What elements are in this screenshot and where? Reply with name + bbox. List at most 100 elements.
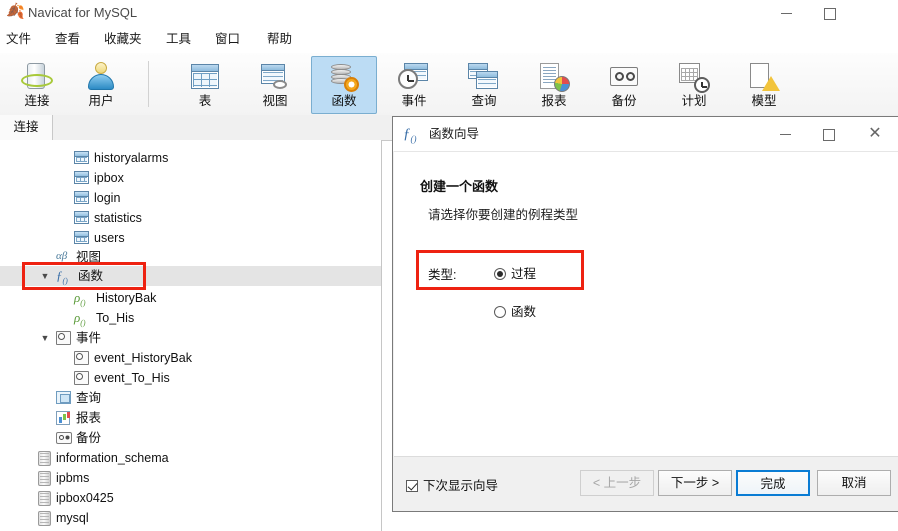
tree-item-users[interactable]: users bbox=[0, 228, 381, 248]
dialog-body: 创建一个函数 请选择你要创建的例程类型 类型: 过程 函数 bbox=[394, 151, 898, 457]
window-maximize-button[interactable] bbox=[808, 0, 852, 26]
table-icon bbox=[74, 151, 89, 164]
toolbar-label-report: 报表 bbox=[541, 94, 567, 108]
table-icon bbox=[74, 191, 89, 204]
tree-item-event-historybak[interactable]: event_HistoryBak bbox=[0, 348, 381, 368]
tree-item-ipbms[interactable]: ipbms bbox=[0, 468, 381, 488]
radio-indicator-unselected[interactable] bbox=[494, 306, 506, 318]
schedule-icon bbox=[678, 61, 710, 93]
toolbar-button-query[interactable]: 查询 bbox=[451, 56, 517, 114]
toolbar-button-function[interactable]: 函数 bbox=[311, 56, 377, 114]
navicat-leaf-icon: 🍂 bbox=[6, 3, 25, 20]
chevron-down-icon[interactable]: ▼ bbox=[38, 328, 52, 348]
toolbar-label-connection: 连接 bbox=[24, 94, 50, 108]
close-icon: ✕ bbox=[868, 125, 882, 142]
checkbox-indicator[interactable] bbox=[406, 480, 418, 492]
menu-item-tools[interactable]: 工具 bbox=[161, 30, 196, 49]
view-icon bbox=[259, 61, 291, 93]
object-tree-panel[interactable]: historyalarms ipbox login statistics use… bbox=[0, 140, 382, 531]
toolbar-label-schedule: 计划 bbox=[681, 94, 707, 108]
tree-item-login[interactable]: login bbox=[0, 188, 381, 208]
tree-label: event_To_His bbox=[94, 371, 170, 385]
menu-item-window[interactable]: 窗口 bbox=[210, 30, 245, 49]
user-icon bbox=[85, 61, 117, 93]
toolbar-button-report[interactable]: 报表 bbox=[521, 56, 587, 114]
toolbar-label-view: 视图 bbox=[262, 94, 288, 108]
backup-icon bbox=[56, 432, 72, 444]
function-icon bbox=[328, 61, 360, 93]
tree-item-reports[interactable]: 报表 bbox=[0, 408, 381, 428]
table-icon bbox=[74, 171, 89, 184]
tree-label: 事件 bbox=[76, 331, 102, 345]
dialog-minimize-button[interactable] bbox=[763, 117, 807, 151]
event-icon bbox=[74, 351, 89, 365]
dialog-subheading: 请选择你要创建的例程类型 bbox=[428, 208, 579, 222]
tree-item-to-his[interactable]: ρ() To_His bbox=[0, 308, 381, 328]
tree-item-historyalarms[interactable]: historyalarms bbox=[0, 148, 381, 168]
menu-item-help[interactable]: 帮助 bbox=[262, 30, 297, 49]
menu-item-favorites[interactable]: 收藏夹 bbox=[99, 30, 147, 49]
tree-item-backups[interactable]: 备份 bbox=[0, 428, 381, 448]
tree-item-events[interactable]: ▼ 事件 bbox=[0, 328, 381, 348]
toolbar-button-user[interactable]: 用户 bbox=[68, 56, 134, 114]
tree-item-mysql[interactable]: mysql bbox=[0, 508, 381, 528]
tree-label: event_HistoryBak bbox=[94, 351, 192, 365]
connection-tab[interactable]: 连接 bbox=[0, 115, 53, 140]
toolbar-button-schedule[interactable]: 计划 bbox=[661, 56, 727, 114]
event-icon bbox=[398, 61, 430, 93]
tree-item-statistics[interactable]: statistics bbox=[0, 208, 381, 228]
toolbar-button-backup[interactable]: 备份 bbox=[591, 56, 657, 114]
checkbox-label: 下次显示向导 bbox=[423, 479, 499, 493]
dialog-close-button[interactable]: ✕ bbox=[853, 117, 897, 151]
function-wizard-dialog: ƒ() 函数向导 ✕ 创建一个函数 请选择你要创建的例程类型 类型: 过程 函数… bbox=[392, 116, 898, 512]
report-icon bbox=[56, 411, 70, 425]
toolbar-label-model: 模型 bbox=[751, 94, 777, 108]
procedure-icon: ρ() bbox=[74, 310, 86, 328]
toolbar-label-table: 表 bbox=[198, 94, 212, 108]
radio-option-function[interactable]: 函数 bbox=[494, 301, 536, 320]
model-icon bbox=[748, 61, 780, 93]
toolbar-button-view[interactable]: 视图 bbox=[242, 56, 308, 114]
window-minimize-button[interactable] bbox=[764, 0, 808, 26]
menu-item-view[interactable]: 查看 bbox=[50, 30, 85, 49]
toolbar-button-table[interactable]: 表 bbox=[172, 56, 238, 114]
query-icon bbox=[468, 61, 500, 93]
tree-item-ipbox[interactable]: ipbox bbox=[0, 168, 381, 188]
backup-icon bbox=[608, 61, 640, 93]
dialog-heading: 创建一个函数 bbox=[420, 179, 499, 194]
tree-item-ipbox0425[interactable]: ipbox0425 bbox=[0, 488, 381, 508]
tree-item-queries[interactable]: 查询 bbox=[0, 388, 381, 408]
show-wizard-next-time-checkbox[interactable]: 下次显示向导 bbox=[406, 475, 498, 494]
next-button[interactable]: 下一步 > bbox=[658, 470, 732, 496]
tree-label: historyalarms bbox=[94, 151, 169, 165]
toolbar-button-model[interactable]: 模型 bbox=[731, 56, 797, 114]
dialog-maximize-button[interactable] bbox=[807, 117, 851, 151]
tree-label: ipbox bbox=[94, 171, 124, 185]
back-button[interactable]: < 上一步 bbox=[580, 470, 654, 496]
menu-item-file[interactable]: 文件 bbox=[1, 30, 36, 49]
tree-label: users bbox=[94, 231, 125, 245]
annotation-box-function-node bbox=[22, 262, 146, 290]
window-close-button[interactable] bbox=[852, 0, 896, 26]
finish-button[interactable]: 完成 bbox=[736, 470, 810, 496]
tree-label: information_schema bbox=[56, 451, 169, 465]
tree-item-information-schema[interactable]: information_schema bbox=[0, 448, 381, 468]
toolbar-button-connection[interactable]: 连接 bbox=[4, 56, 70, 114]
database-icon bbox=[38, 471, 51, 486]
toolbar-button-event[interactable]: 事件 bbox=[381, 56, 447, 114]
minimize-icon bbox=[780, 13, 792, 15]
annotation-box-type-option bbox=[416, 250, 584, 290]
connection-icon bbox=[21, 61, 53, 93]
tree-label: To_His bbox=[96, 311, 135, 325]
cancel-button[interactable]: 取消 bbox=[817, 470, 891, 496]
dialog-footer: 下次显示向导 < 上一步 下一步 > 完成 取消 bbox=[394, 456, 898, 510]
tree-item-historybak[interactable]: ρ() HistoryBak bbox=[0, 288, 381, 308]
toolbar-separator bbox=[148, 61, 149, 107]
toolbar-label-backup: 备份 bbox=[611, 94, 637, 108]
toolbar-label-user: 用户 bbox=[88, 94, 114, 108]
toolbar-label-query: 查询 bbox=[471, 94, 497, 108]
radio-label-function: 函数 bbox=[511, 305, 537, 319]
tree-item-event-to-his[interactable]: event_To_His bbox=[0, 368, 381, 388]
database-icon bbox=[38, 451, 51, 466]
menubar: 文件 查看 收藏夹 工具 窗口 帮助 bbox=[0, 26, 898, 54]
